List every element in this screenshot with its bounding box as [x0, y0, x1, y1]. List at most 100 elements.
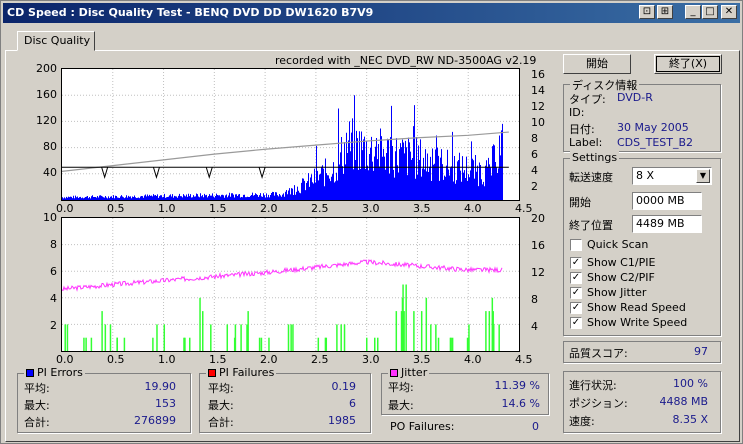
- bot-x-tick: 0.5: [107, 353, 125, 366]
- jitter-title: Jitter: [401, 366, 428, 379]
- pie-total-value: 276899: [134, 414, 176, 427]
- jitter-max-label: 最大:: [388, 399, 414, 412]
- show-c1-checkbox[interactable]: ✓: [570, 257, 582, 269]
- show-c2-checkbox[interactable]: ✓: [570, 272, 582, 284]
- top-x-tick: 4.0: [464, 202, 482, 215]
- bot-y2-tick: 16: [531, 239, 545, 252]
- end-pos-label: 終了位置: [569, 219, 613, 232]
- top-y2-tick: 6: [531, 148, 538, 161]
- progress-group: 進行状況: 100 % ポジション: 4488 MB 速度: 8.35 X: [563, 371, 721, 433]
- progress-value: 100 %: [673, 377, 708, 390]
- pi-errors-legend: PI Errors: [24, 366, 85, 379]
- bot-y-tick: 6: [50, 265, 57, 278]
- position-label: ポジション:: [569, 397, 628, 410]
- disc-type-value: DVD-R: [617, 91, 653, 104]
- minimize-button[interactable]: _: [685, 5, 701, 19]
- write-speed-dip: [101, 167, 109, 179]
- show-read-checkbox[interactable]: ✓: [570, 302, 582, 314]
- progress-label: 進行状況:: [569, 379, 617, 392]
- pi-failures-title: PI Failures: [219, 366, 275, 379]
- bot-y-tick: 2: [50, 319, 57, 332]
- quality-score-group: 品質スコア: 97: [563, 341, 721, 363]
- bot-y-tick: 4: [50, 292, 57, 305]
- settings-title: Settings: [570, 151, 620, 164]
- pie-chart: [61, 68, 520, 201]
- top-y-tick: 200: [36, 62, 57, 75]
- pif-total-value: 1985: [328, 414, 356, 427]
- jitter-max-value: 14.6 %: [501, 397, 540, 410]
- disc-label-value: CDS_TEST_B2: [617, 136, 694, 149]
- write-speed-dip: [258, 167, 266, 179]
- window-title: CD Speed : Disc Quality Test - BENQ DVD …: [7, 6, 374, 19]
- start-pos-label: 開始: [569, 196, 591, 209]
- save-icon[interactable]: ⊞: [657, 5, 673, 19]
- write-speed-dip: [152, 167, 160, 179]
- show-jitter-checkbox[interactable]: ✓: [570, 287, 582, 299]
- settings-group: Settings 転送速度 8 X ▼ 開始 0000 MB 終了位置 4489…: [563, 151, 721, 336]
- top-x-tick: 1.5: [209, 202, 227, 215]
- top-x-tick: 1.0: [158, 202, 176, 215]
- speed-select-value: 8 X: [636, 169, 655, 182]
- bot-x-tick: 2.0: [260, 353, 278, 366]
- pif-jitter-plot: [62, 218, 519, 351]
- speed-select[interactable]: 8 X ▼: [632, 167, 712, 185]
- disc-date-label: 日付:: [569, 123, 595, 136]
- bot-x-tick: 2.5: [311, 353, 329, 366]
- bot-y2-tick: 20: [531, 212, 545, 225]
- pi-failures-swatch: [208, 369, 216, 377]
- stop-button[interactable]: 終了(X): [654, 54, 722, 74]
- tab-disc-quality[interactable]: Disc Quality: [17, 31, 95, 51]
- top-y-tick: 40: [43, 166, 57, 179]
- title-bar: CD Speed : Disc Quality Test - BENQ DVD …: [3, 3, 740, 23]
- top-x-tick: 0.0: [56, 202, 74, 215]
- pi-errors-title: PI Errors: [37, 366, 83, 379]
- jitter-swatch: [390, 369, 398, 377]
- top-y2-tick: 8: [531, 132, 538, 145]
- bot-y2-tick: 8: [531, 293, 538, 306]
- top-x-tick: 3.5: [413, 202, 431, 215]
- chevron-down-icon[interactable]: ▼: [696, 169, 710, 183]
- speed-label: 転送速度: [569, 171, 613, 184]
- pif-max-value: 6: [349, 397, 356, 410]
- top-x-tick: 0.5: [107, 202, 125, 215]
- maximize-button[interactable]: □: [702, 5, 718, 19]
- top-y2-tick: 16: [531, 68, 545, 81]
- top-y-tick: 120: [36, 114, 57, 127]
- start-button[interactable]: 開始: [563, 54, 631, 74]
- show-c1-label: Show C1/PIE: [587, 256, 656, 269]
- disc-id-label: ID:: [569, 106, 585, 119]
- top-x-tick: 3.0: [362, 202, 380, 215]
- top-y-tick: 80: [43, 140, 57, 153]
- show-write-checkbox[interactable]: ✓: [570, 317, 582, 329]
- top-y2-tick: 14: [531, 84, 545, 97]
- top-x-tick: 2.0: [260, 202, 278, 215]
- disc-type-label: タイプ:: [569, 93, 606, 106]
- pie-total-label: 合計:: [24, 416, 50, 429]
- disc-label-label: Label:: [569, 136, 603, 149]
- top-x-tick: 4.5: [515, 202, 533, 215]
- pif-avg-value: 0.19: [331, 380, 357, 393]
- copy-icon[interactable]: ⊡: [639, 5, 655, 19]
- show-write-label: Show Write Speed: [587, 316, 688, 329]
- quality-score-label: 品質スコア:: [569, 347, 628, 360]
- start-pos-input[interactable]: 0000 MB: [632, 192, 702, 210]
- quick-scan-label: Quick Scan: [587, 238, 649, 251]
- speed-readout-label: 速度:: [569, 415, 595, 428]
- quick-scan-checkbox[interactable]: [570, 239, 582, 251]
- bot-y-tick: 8: [50, 238, 57, 251]
- pif-jitter-chart: [61, 217, 520, 352]
- top-y2-tick: 2: [531, 180, 538, 193]
- pif-avg-label: 平均:: [208, 382, 234, 395]
- pie-max-value: 153: [155, 397, 176, 410]
- pi-errors-swatch: [26, 369, 34, 377]
- quality-score-value: 97: [694, 345, 708, 358]
- top-y2-tick: 12: [531, 100, 545, 113]
- disc-date-value: 30 May 2005: [617, 121, 689, 134]
- disc-info-group: ディスク情報 タイプ: DVD-R ID: 日付: 30 May 2005 La…: [563, 77, 721, 152]
- end-pos-input[interactable]: 4489 MB: [632, 215, 702, 233]
- close-button[interactable]: ✕: [721, 5, 737, 19]
- speed-readout-value: 8.35 X: [672, 413, 708, 426]
- top-x-tick: 2.5: [311, 202, 329, 215]
- jitter-legend: Jitter: [388, 366, 430, 379]
- top-y2-tick: 10: [531, 116, 545, 129]
